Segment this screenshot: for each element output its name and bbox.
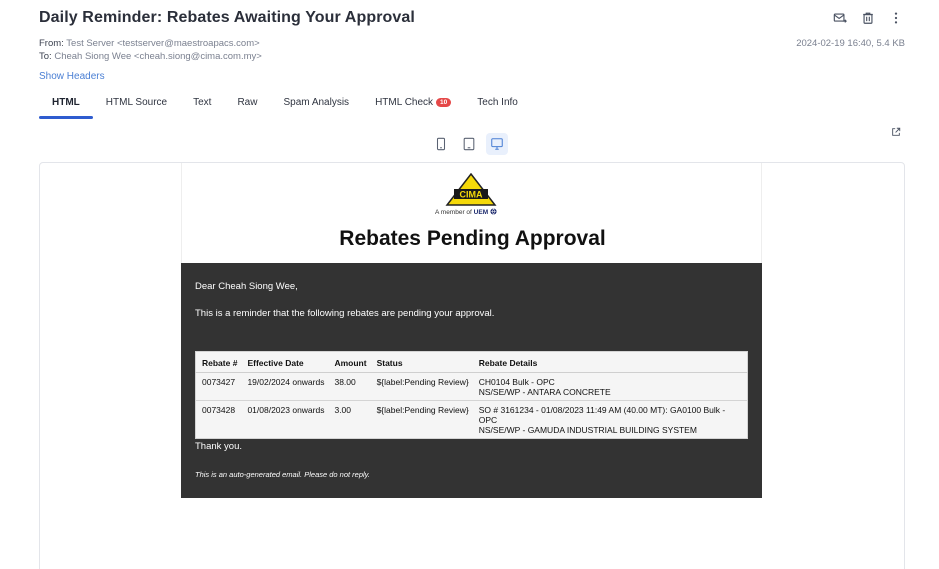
status: ${label:Pending Review} [376, 405, 469, 415]
tab-label: HTML Check [375, 97, 434, 108]
more-vertical-icon[interactable] [889, 11, 903, 25]
member-of-line: A member of UEM [435, 208, 497, 216]
tab-label: HTML [52, 97, 80, 108]
tab-label: HTML Source [105, 97, 168, 108]
rebate-details: SO # 3161234 - 01/08/2023 11:49 AM (40.0… [473, 401, 748, 439]
member-prefix: A member of [435, 209, 472, 216]
intro-text: This is a reminder that the following re… [195, 308, 495, 319]
tab-text[interactable]: Text [180, 91, 224, 119]
status: ${label:Pending Review} [370, 372, 473, 401]
mobile-icon [436, 137, 446, 151]
details-line: CH0104 Bulk - OPC [478, 377, 555, 387]
effective-date: 19/02/2024 onwards [241, 372, 329, 401]
column-header: Rebate # [195, 351, 242, 373]
email-body: Dear Cheah Siong Wee, This is a reminder… [181, 263, 762, 498]
table-row: 0073428 01/08/2023 onwards 3.00 ${label:… [196, 401, 748, 439]
tab-spam-analysis[interactable]: Spam Analysis [270, 91, 362, 119]
table-header-row: Rebate # Effective Date Amount Status Re… [195, 351, 748, 373]
trash-icon[interactable] [861, 11, 875, 25]
to-value: Cheah Siong Wee <cheah.siong@cima.com.my… [54, 50, 262, 62]
from-label: From: [39, 38, 64, 49]
details-line: NS/SE/WP - ANTARA CONCRETE [478, 387, 611, 397]
column-header: Effective Date [241, 351, 329, 373]
column-header: Status [370, 351, 473, 373]
rebate-number: 0073428 [202, 405, 236, 415]
sender-recipient-info: From: Test Server <testserver@maestroapa… [39, 38, 262, 63]
email-subject: Daily Reminder: Rebates Awaiting Your Ap… [39, 9, 415, 26]
device-mobile-button[interactable] [430, 133, 452, 155]
email-header: CIMA A member of UEM Rebates Pending App… [181, 163, 762, 263]
tab-raw[interactable]: Raw [224, 91, 270, 119]
details-line: SO # 3161234 - 01/08/2023 11:49 AM (40.0… [478, 405, 726, 425]
rebates-table: Rebate # Effective Date Amount Status Re… [195, 351, 748, 439]
view-tabs: HTML HTML Source Text Raw Spam Analysis … [39, 91, 531, 119]
date-size: 2024-02-19 16:40, 5.4 KB [796, 38, 905, 49]
amount: 3.00 [334, 405, 352, 415]
tab-label: Tech Info [477, 97, 518, 108]
member-brand: UEM [473, 209, 489, 216]
device-desktop-button[interactable] [486, 133, 508, 155]
device-preview-toggle [430, 133, 508, 155]
forward-mail-icon[interactable] [833, 11, 847, 25]
rebate-number: 0073427 [195, 372, 242, 401]
table-row: 0073427 19/02/2024 onwards 38.00 ${label… [195, 372, 748, 401]
cima-logo: CIMA [445, 173, 497, 206]
rebate-details: CH0104 Bulk - OPC NS/SE/WP - ANTARA CONC… [472, 372, 748, 401]
desktop-icon [491, 138, 503, 150]
logo-text: CIMA [460, 190, 483, 200]
from-value: Test Server <testserver@maestroapacs.com… [66, 38, 260, 49]
tablet-icon [463, 137, 475, 151]
tab-label: Spam Analysis [283, 97, 350, 108]
from-line: From: Test Server <testserver@maestroapa… [39, 38, 262, 51]
tab-tech-info[interactable]: Tech Info [464, 91, 531, 119]
tab-html-source[interactable]: HTML Source [93, 91, 180, 119]
show-headers-link[interactable]: Show Headers [39, 71, 105, 82]
thanks-text: Thank you. [195, 441, 242, 452]
auto-generated-note: This is an auto-generated email. Please … [195, 470, 370, 479]
html-check-badge: 10 [436, 98, 452, 107]
email-title: Rebates Pending Approval [339, 227, 606, 250]
details-line: NS/SE/WP - GAMUDA INDUSTRIAL BUILDING SY… [478, 425, 697, 435]
to-line: To: Cheah Siong Wee <cheah.siong@cima.co… [39, 51, 262, 64]
column-header: Rebate Details [472, 351, 748, 373]
uem-globe-icon [490, 208, 497, 215]
column-header: Amount [328, 351, 371, 373]
tab-html-check[interactable]: HTML Check 10 [362, 91, 464, 119]
device-tablet-button[interactable] [458, 133, 480, 155]
open-external-icon[interactable] [891, 124, 901, 136]
amount: 38.00 [328, 372, 371, 401]
greeting-text: Dear Cheah Siong Wee, [195, 281, 298, 292]
message-actions [833, 11, 903, 25]
tab-label: Raw [237, 97, 258, 108]
to-label: To: [39, 50, 52, 62]
tab-label: Text [193, 97, 212, 108]
tab-html[interactable]: HTML [39, 91, 93, 119]
effective-date: 01/08/2023 onwards [247, 405, 325, 415]
